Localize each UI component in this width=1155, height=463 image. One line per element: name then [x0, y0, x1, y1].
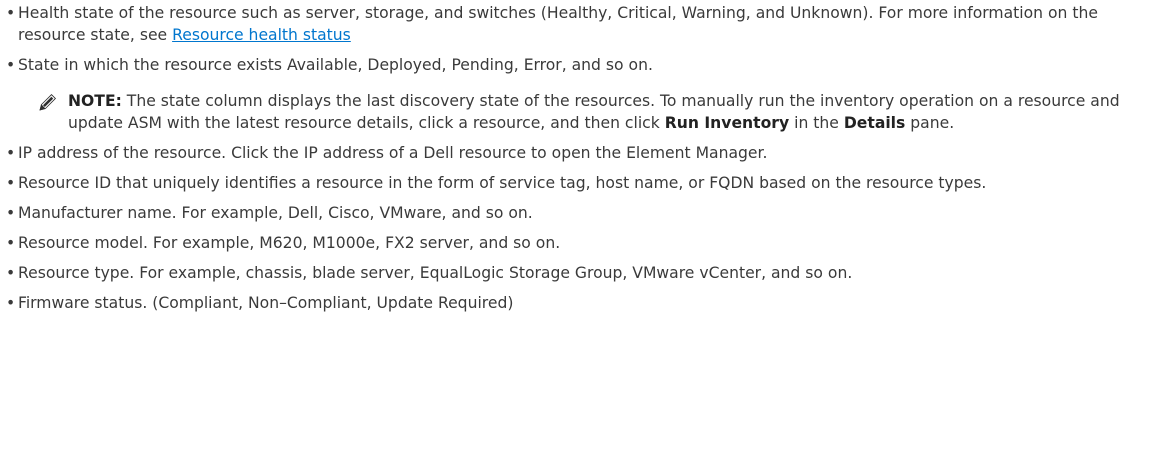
note-text: pane. — [905, 114, 955, 132]
item-text: Firmware status. (Compliant, Non–Complia… — [18, 294, 514, 312]
item-text: Resource ID that uniquely identifies a r… — [18, 174, 987, 192]
item-text: State in which the resource exists Avail… — [18, 56, 653, 74]
item-text: Manufacturer name. For example, Dell, Ci… — [18, 204, 533, 222]
item-text: IP address of the resource. Click the IP… — [18, 144, 768, 162]
bullet: • — [6, 264, 16, 282]
bullet: • — [6, 294, 16, 312]
list-item: • State in which the resource exists Ava… — [0, 54, 1155, 134]
list-item: • Health state of the resource such as s… — [0, 2, 1155, 46]
pencil-note-icon — [39, 94, 56, 111]
list-item: • IP address of the resource. Click the … — [0, 142, 1155, 164]
document-page: • Health state of the resource such as s… — [0, 0, 1155, 463]
item-text: Resource type. For example, chassis, bla… — [18, 264, 853, 282]
bullet: • — [6, 4, 16, 22]
bullet: • — [6, 56, 16, 74]
list-item: • Resource type. For example, chassis, b… — [0, 262, 1155, 284]
run-inventory-term: Run Inventory — [664, 114, 790, 132]
list-item: • Manufacturer name. For example, Dell, … — [0, 202, 1155, 224]
bullet: • — [6, 204, 16, 222]
list-item: • Resource model. For example, M620, M10… — [0, 232, 1155, 254]
item-text: Resource model. For example, M620, M1000… — [18, 234, 561, 252]
list-item: • Firmware status. (Compliant, Non–Compl… — [0, 292, 1155, 314]
resource-health-status-link[interactable]: Resource health status — [172, 26, 351, 44]
note-box: NOTE: The state column displays the last… — [18, 90, 1155, 134]
note-label: NOTE: — [68, 92, 122, 110]
bullet: • — [6, 234, 16, 252]
list-item: • Resource ID that uniquely identifies a… — [0, 172, 1155, 194]
resource-columns-list: • Health state of the resource such as s… — [0, 2, 1155, 314]
details-pane-term: Details — [843, 114, 906, 132]
note-text: in the — [789, 114, 844, 132]
note-text: The state column displays the last disco… — [68, 92, 1120, 132]
bullet: • — [6, 144, 16, 162]
bullet: • — [6, 174, 16, 192]
